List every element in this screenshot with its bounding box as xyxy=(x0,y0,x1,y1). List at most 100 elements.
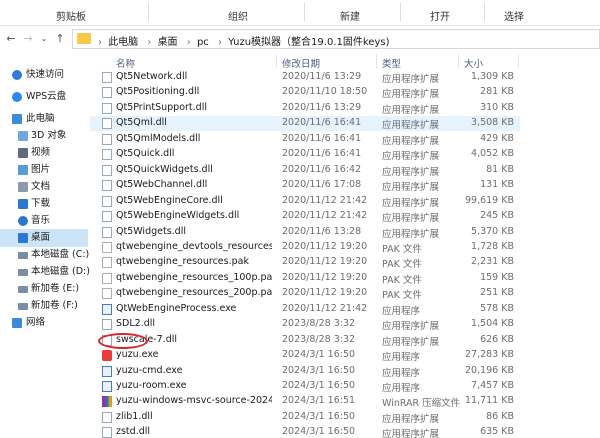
file-type: PAK 文件 xyxy=(382,259,422,271)
file-name: swscale-7.dll xyxy=(116,333,177,345)
sidebar-item-3d-objects[interactable]: 3D 对象 xyxy=(0,127,88,145)
file-date: 2024/3/1 16:50 xyxy=(282,364,356,376)
file-row[interactable]: Qt5Positioning.dll 2020/11/10 18:50 应用程序扩展… xyxy=(90,85,520,100)
sidebar-item-label: 快速访问 xyxy=(26,69,65,80)
breadcrumb-item[interactable]: Yuzu模拟器（整合19.0.1固件keys) xyxy=(228,37,389,48)
ribbon-group-organize[interactable]: 组织 xyxy=(228,8,248,23)
breadcrumb-item[interactable]: pc xyxy=(197,37,209,48)
file-row[interactable]: qtwebengine_resources_200p.pak 2020/11/12… xyxy=(90,286,520,301)
sidebar-item-drive-d[interactable]: 本地磁盘 (D:) xyxy=(0,263,90,281)
pak-file-icon xyxy=(102,272,112,284)
file-size: 159 KB xyxy=(480,271,514,283)
file-size: 131 KB xyxy=(480,179,514,191)
file-type: 应用程序扩展 xyxy=(382,74,440,85)
file-name: yuzu-room.exe xyxy=(116,380,187,391)
column-header-name[interactable]: 名称 xyxy=(116,56,135,70)
file-row[interactable]: Qt5WebChannel.dll 2020/11/6 17:08 应用程序扩展 13… xyxy=(90,178,520,193)
file-size: 310 KB xyxy=(480,101,514,113)
file-row[interactable]: swscale-7.dll 2023/8/28 3:32 应用程序扩展 626 KB xyxy=(90,333,520,348)
sidebar-item-label: 新加卷 (F:) xyxy=(31,300,78,311)
file-row[interactable]: Qt5QuickWidgets.dll 2020/11/6 16:42 应用程序扩展… xyxy=(90,163,520,178)
column-header-date[interactable]: 修改日期 xyxy=(282,56,320,70)
file-row[interactable]: yuzu-room.exe 2024/3/1 16:50 应用程序 7,457 KB xyxy=(90,379,520,394)
file-name: Qt5QmlModels.dll xyxy=(116,132,201,144)
breadcrumb-item[interactable]: 此电脑 xyxy=(108,37,138,48)
file-name: Qt5Positioning.dll xyxy=(116,86,200,98)
sidebar-item-this-pc[interactable]: 此电脑 xyxy=(0,110,88,128)
file-date: 2020/11/12 21:42 xyxy=(282,210,368,222)
file-date: 2020/11/12 19:20 xyxy=(282,287,368,299)
file-row[interactable]: SDL2.dll 2023/8/28 3:32 应用程序扩展 1,504 KB xyxy=(90,317,520,332)
chevron-down-icon[interactable]: ⌄ xyxy=(36,31,52,47)
dll-file-icon xyxy=(102,427,112,438)
file-size: 429 KB xyxy=(480,132,514,144)
address-bar[interactable]: › 此电脑 › 桌面 › pc › Yuzu模拟器（整合19.0.1固件keys… xyxy=(72,29,600,49)
file-row[interactable]: zstd.dll 2024/3/1 16:50 应用程序扩展 635 KB xyxy=(90,425,520,438)
up-arrow-icon[interactable]: ↑ xyxy=(52,31,68,47)
file-name: QtWebEngineProcess.exe xyxy=(116,302,237,314)
file-name: qtwebengine_devtools_resources.pak xyxy=(116,240,272,252)
navigation-pane: 快速访问 WPS云盘 此电脑 3D 对象 视频 图片 文档 下载 音乐 桌面 本… xyxy=(0,52,90,438)
pak-file-icon xyxy=(102,241,112,253)
file-size: 251 KB xyxy=(480,287,514,299)
column-header-type[interactable]: 类型 xyxy=(382,56,401,70)
file-row[interactable]: QtWebEngineProcess.exe 2020/11/12 21:42 应用… xyxy=(90,302,520,317)
file-row[interactable]: Qt5WebEngineWidgets.dll 2020/11/12 21:42 应… xyxy=(90,209,520,224)
drive-icon xyxy=(18,269,28,276)
ribbon-group-clipboard[interactable]: 剪贴板 xyxy=(56,8,86,23)
breadcrumb-item[interactable]: 桌面 xyxy=(158,37,178,48)
sidebar-item-label: 本地磁盘 (D:) xyxy=(31,266,90,277)
sidebar-item-pictures[interactable]: 图片 xyxy=(0,161,88,179)
ribbon-group-new[interactable]: 新建 xyxy=(340,8,360,23)
sidebar-item-desktop[interactable]: 桌面 xyxy=(0,229,88,247)
file-date: 2020/11/12 19:20 xyxy=(282,256,368,268)
file-size: 1,504 KB xyxy=(471,318,514,330)
ribbon-group-open[interactable]: 打开 xyxy=(430,8,450,23)
sidebar-item-downloads[interactable]: 下载 xyxy=(0,195,88,213)
sidebar-item-videos[interactable]: 视频 xyxy=(0,144,88,162)
folder-icon xyxy=(77,33,91,44)
dll-file-icon xyxy=(102,226,112,238)
file-size: 4,052 KB xyxy=(471,148,514,160)
sidebar-item-label: 本地磁盘 (C:) xyxy=(31,249,90,260)
file-row[interactable]: Qt5Quick.dll 2020/11/6 16:41 应用程序扩展 4,052 K… xyxy=(90,147,520,162)
column-divider[interactable] xyxy=(276,54,277,68)
file-row[interactable]: qtwebengine_resources_100p.pak 2020/11/12… xyxy=(90,271,520,286)
column-divider[interactable] xyxy=(458,54,459,68)
file-row[interactable]: zlib1.dll 2024/3/1 16:50 应用程序扩展 86 KB xyxy=(90,410,520,425)
file-list: Qt5Network.dll 2020/11/6 13:29 应用程序扩展 1,309… xyxy=(90,70,600,438)
column-header-size[interactable]: 大小 xyxy=(464,56,483,70)
column-divider[interactable] xyxy=(518,54,519,68)
sidebar-item-drive-e[interactable]: 新加卷 (E:) xyxy=(0,280,88,298)
star-icon xyxy=(12,70,22,80)
sidebar-item-wps-cloud[interactable]: WPS云盘 xyxy=(0,88,88,106)
file-row[interactable]: Qt5Widgets.dll 2020/11/6 13:28 应用程序扩展 5,370… xyxy=(90,225,520,240)
file-size: 1,728 KB xyxy=(471,240,514,252)
ribbon-group-select[interactable]: 选择 xyxy=(504,8,524,23)
back-arrow-icon[interactable]: ← xyxy=(3,31,19,47)
sidebar-item-drive-f[interactable]: 新加卷 (F:) xyxy=(0,297,88,315)
file-row[interactable]: Qt5Network.dll 2020/11/6 13:29 应用程序扩展 1,309… xyxy=(90,70,520,85)
music-icon xyxy=(18,216,28,226)
column-divider[interactable] xyxy=(376,54,377,68)
sidebar-item-quick-access[interactable]: 快速访问 xyxy=(0,66,88,84)
file-type: 应用程序 xyxy=(382,352,421,364)
file-type: 应用程序 xyxy=(382,367,421,379)
file-row[interactable]: Qt5QmlModels.dll 2020/11/6 16:41 应用程序扩展 429… xyxy=(90,132,520,147)
sidebar-item-network[interactable]: 网络 xyxy=(0,314,88,332)
file-row[interactable]: Qt5WebEngineCore.dll 2020/11/12 21:42 应用程序… xyxy=(90,194,520,209)
file-row[interactable]: yuzu-windows-msvc-source-2024030... 2024/… xyxy=(90,394,520,409)
sidebar-item-label: WPS云盘 xyxy=(26,91,67,102)
sidebar-item-drive-c[interactable]: 本地磁盘 (C:) xyxy=(0,246,90,264)
sidebar-item-music[interactable]: 音乐 xyxy=(0,212,88,230)
file-size: 1,309 KB xyxy=(471,71,514,82)
file-row[interactable]: Qt5PrintSupport.dll 2020/11/6 13:29 应用程序扩展… xyxy=(90,101,520,116)
file-row[interactable]: yuzu.exe 2024/3/1 16:50 应用程序 27,283 KB xyxy=(90,348,520,363)
forward-arrow-icon[interactable]: → xyxy=(20,31,36,47)
file-row[interactable]: Qt5Qml.dll 2020/11/6 16:41 应用程序扩展 3,508 KB xyxy=(90,116,520,132)
file-row[interactable]: qtwebengine_resources.pak 2020/11/12 19:2… xyxy=(90,255,520,270)
sidebar-item-documents[interactable]: 文档 xyxy=(0,178,88,196)
file-row[interactable]: qtwebengine_devtools_resources.pak 2020/1… xyxy=(90,240,520,255)
file-row[interactable]: yuzu-cmd.exe 2024/3/1 16:50 应用程序 20,196 KB xyxy=(90,364,520,379)
ribbon-divider xyxy=(400,3,401,21)
